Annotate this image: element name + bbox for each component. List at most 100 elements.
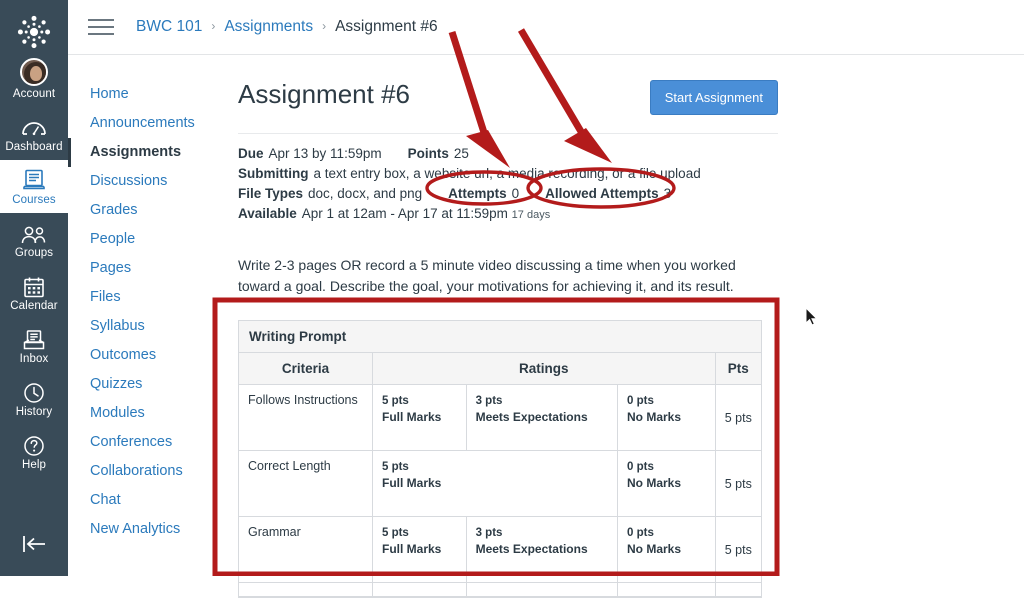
breadcrumb-separator: › [211, 19, 216, 33]
rating-cell[interactable]: 3 pts Meets Expectations [466, 384, 619, 451]
rating-points: 3 pts [475, 395, 503, 407]
global-nav-item-inbox[interactable]: Inbox [0, 319, 68, 372]
rating-points: 0 pts [627, 395, 654, 407]
criterion-total-points [715, 582, 761, 597]
global-nav-item-history[interactable]: History [0, 372, 68, 425]
rating-cell[interactable] [372, 582, 467, 597]
start-assignment-button[interactable]: Start Assignment [649, 80, 778, 115]
rating-points: 5 pts [381, 395, 409, 407]
rating-points: 5 pts [381, 461, 409, 473]
rating-description: Meets Expectations [475, 542, 588, 556]
course-nav-item-discussions[interactable]: Discussions [68, 167, 218, 196]
course-nav-item-home[interactable]: Home [68, 80, 218, 109]
rating-description: No Marks [627, 542, 682, 556]
global-nav-label: Courses [12, 194, 56, 206]
allowed-attempts-label: Allowed Attempts [545, 186, 659, 201]
hamburger-menu-icon[interactable] [88, 17, 114, 37]
global-nav-label: Groups [14, 247, 54, 259]
rating-description: Full Marks [381, 410, 442, 424]
rating-points: 0 pts [627, 461, 654, 473]
global-nav-label: Account [12, 88, 56, 100]
assignment-header: Assignment #6 Start Assignment [238, 56, 778, 115]
rubric-table: Writing Prompt Criteria Ratings Pts Foll… [238, 320, 762, 598]
rating-cell[interactable]: 5 pts Full Marks [372, 384, 467, 451]
global-nav-label: History [15, 406, 53, 418]
allowed-attempts-value: 3 [663, 186, 672, 201]
points-label: Points [407, 146, 449, 161]
groups-icon [20, 219, 48, 245]
rating-points: 3 pts [475, 527, 503, 539]
column-header-criteria: Criteria [239, 353, 373, 385]
global-nav-item-courses[interactable]: Courses [0, 160, 68, 213]
due-label: Due [238, 146, 264, 161]
course-navigation-menu: Home Announcements Assignments Discussio… [68, 56, 218, 544]
breadcrumb-separator: › [322, 19, 327, 33]
rubric-grid: Criteria Ratings Pts Follows Instruction… [239, 353, 761, 597]
due-value: Apr 13 by 11:59pm [268, 146, 382, 161]
global-nav-item-account[interactable]: Account [0, 54, 68, 107]
file-types-label: File Types [238, 186, 304, 201]
global-nav-item-groups[interactable]: Groups [0, 213, 68, 266]
global-nav-item-calendar[interactable]: Calendar [0, 266, 68, 319]
assignment-content: Assignment #6 Start Assignment Due Apr 13… [238, 56, 778, 598]
assignment-metadata: Due Apr 13 by 11:59pm Points 25 Submitting a… [238, 134, 778, 225]
question-circle-icon [23, 431, 45, 457]
column-header-pts: Pts [715, 353, 761, 385]
available-duration: 17 days [511, 209, 551, 221]
meta-row-file-types: File Types doc, docx, and png Attempts 0 All… [238, 184, 778, 204]
global-nav-item-dashboard[interactable]: Dashboard [0, 107, 68, 160]
assignment-description: Write 2-3 pages OR record a 5 minute vid… [238, 257, 736, 294]
criterion-name: Correct Length [239, 450, 373, 517]
available-label: Available [238, 206, 297, 221]
criterion-name: Follows Instructions [239, 384, 373, 451]
course-nav-item-conferences[interactable]: Conferences [68, 428, 218, 457]
rating-cell[interactable]: 3 pts Meets Expectations [466, 516, 619, 583]
rating-points: 5 pts [381, 527, 409, 539]
course-nav-item-assignments[interactable]: Assignments [68, 138, 218, 167]
rating-description: No Marks [627, 410, 682, 424]
breadcrumb-item-course[interactable]: BWC 101 [136, 18, 202, 36]
course-nav-item-outcomes[interactable]: Outcomes [68, 341, 218, 370]
course-nav-item-new-analytics[interactable]: New Analytics [68, 515, 218, 544]
rating-cell[interactable] [617, 582, 716, 597]
course-nav-item-chat[interactable]: Chat [68, 486, 218, 515]
collapse-nav-button[interactable] [0, 533, 68, 576]
calendar-icon [23, 272, 45, 298]
course-nav-item-announcements[interactable]: Announcements [68, 109, 218, 138]
course-nav-item-files[interactable]: Files [68, 283, 218, 312]
rating-cell[interactable]: 0 pts No Marks [617, 384, 716, 451]
course-nav-item-modules[interactable]: Modules [68, 399, 218, 428]
available-value: Apr 1 at 12am - Apr 17 at 11:59pm [301, 206, 508, 221]
rating-cell[interactable]: 0 pts No Marks [617, 450, 716, 517]
table-row: Correct Length 5 pts Full Marks 0 pts No… [239, 450, 761, 517]
course-nav-item-syllabus[interactable]: Syllabus [68, 312, 218, 341]
file-types-value: doc, docx, and png [308, 186, 423, 201]
course-nav-item-pages[interactable]: Pages [68, 254, 218, 283]
course-nav-item-collaborations[interactable]: Collaborations [68, 457, 218, 486]
meta-row-due: Due Apr 13 by 11:59pm Points 25 [238, 144, 778, 164]
breadcrumb: BWC 101 › Assignments › Assignment #6 [136, 18, 438, 36]
criterion-name [239, 582, 373, 597]
submitting-value: a text entry box, a website url, a media… [313, 166, 701, 181]
breadcrumb-item-assignments[interactable]: Assignments [224, 18, 313, 36]
rating-description: Meets Expectations [475, 410, 588, 424]
rating-points: 0 pts [627, 527, 654, 539]
breadcrumb-bar: BWC 101 › Assignments › Assignment #6 [68, 0, 1024, 55]
canvas-logo[interactable] [12, 10, 56, 54]
clock-icon [23, 378, 45, 404]
avatar [20, 58, 48, 86]
global-nav-item-help[interactable]: Help [0, 425, 68, 478]
course-nav-item-grades[interactable]: Grades [68, 196, 218, 225]
global-nav-label: Inbox [19, 353, 49, 365]
rating-cell[interactable]: 5 pts Full Marks [372, 516, 467, 583]
collapse-left-icon [19, 533, 49, 560]
criterion-name: Grammar [239, 516, 373, 583]
course-nav-item-people[interactable]: People [68, 225, 218, 254]
course-nav-item-quizzes[interactable]: Quizzes [68, 370, 218, 399]
meta-row-submitting: Submitting a text entry box, a website ur… [238, 164, 778, 184]
rating-cell[interactable]: 0 pts No Marks [617, 516, 716, 583]
rating-cell[interactable]: 5 pts Full Marks [372, 450, 619, 517]
table-row: Follows Instructions 5 pts Full Marks 3 … [239, 384, 761, 451]
points-value: 25 [453, 146, 469, 161]
rating-cell[interactable] [466, 582, 619, 597]
